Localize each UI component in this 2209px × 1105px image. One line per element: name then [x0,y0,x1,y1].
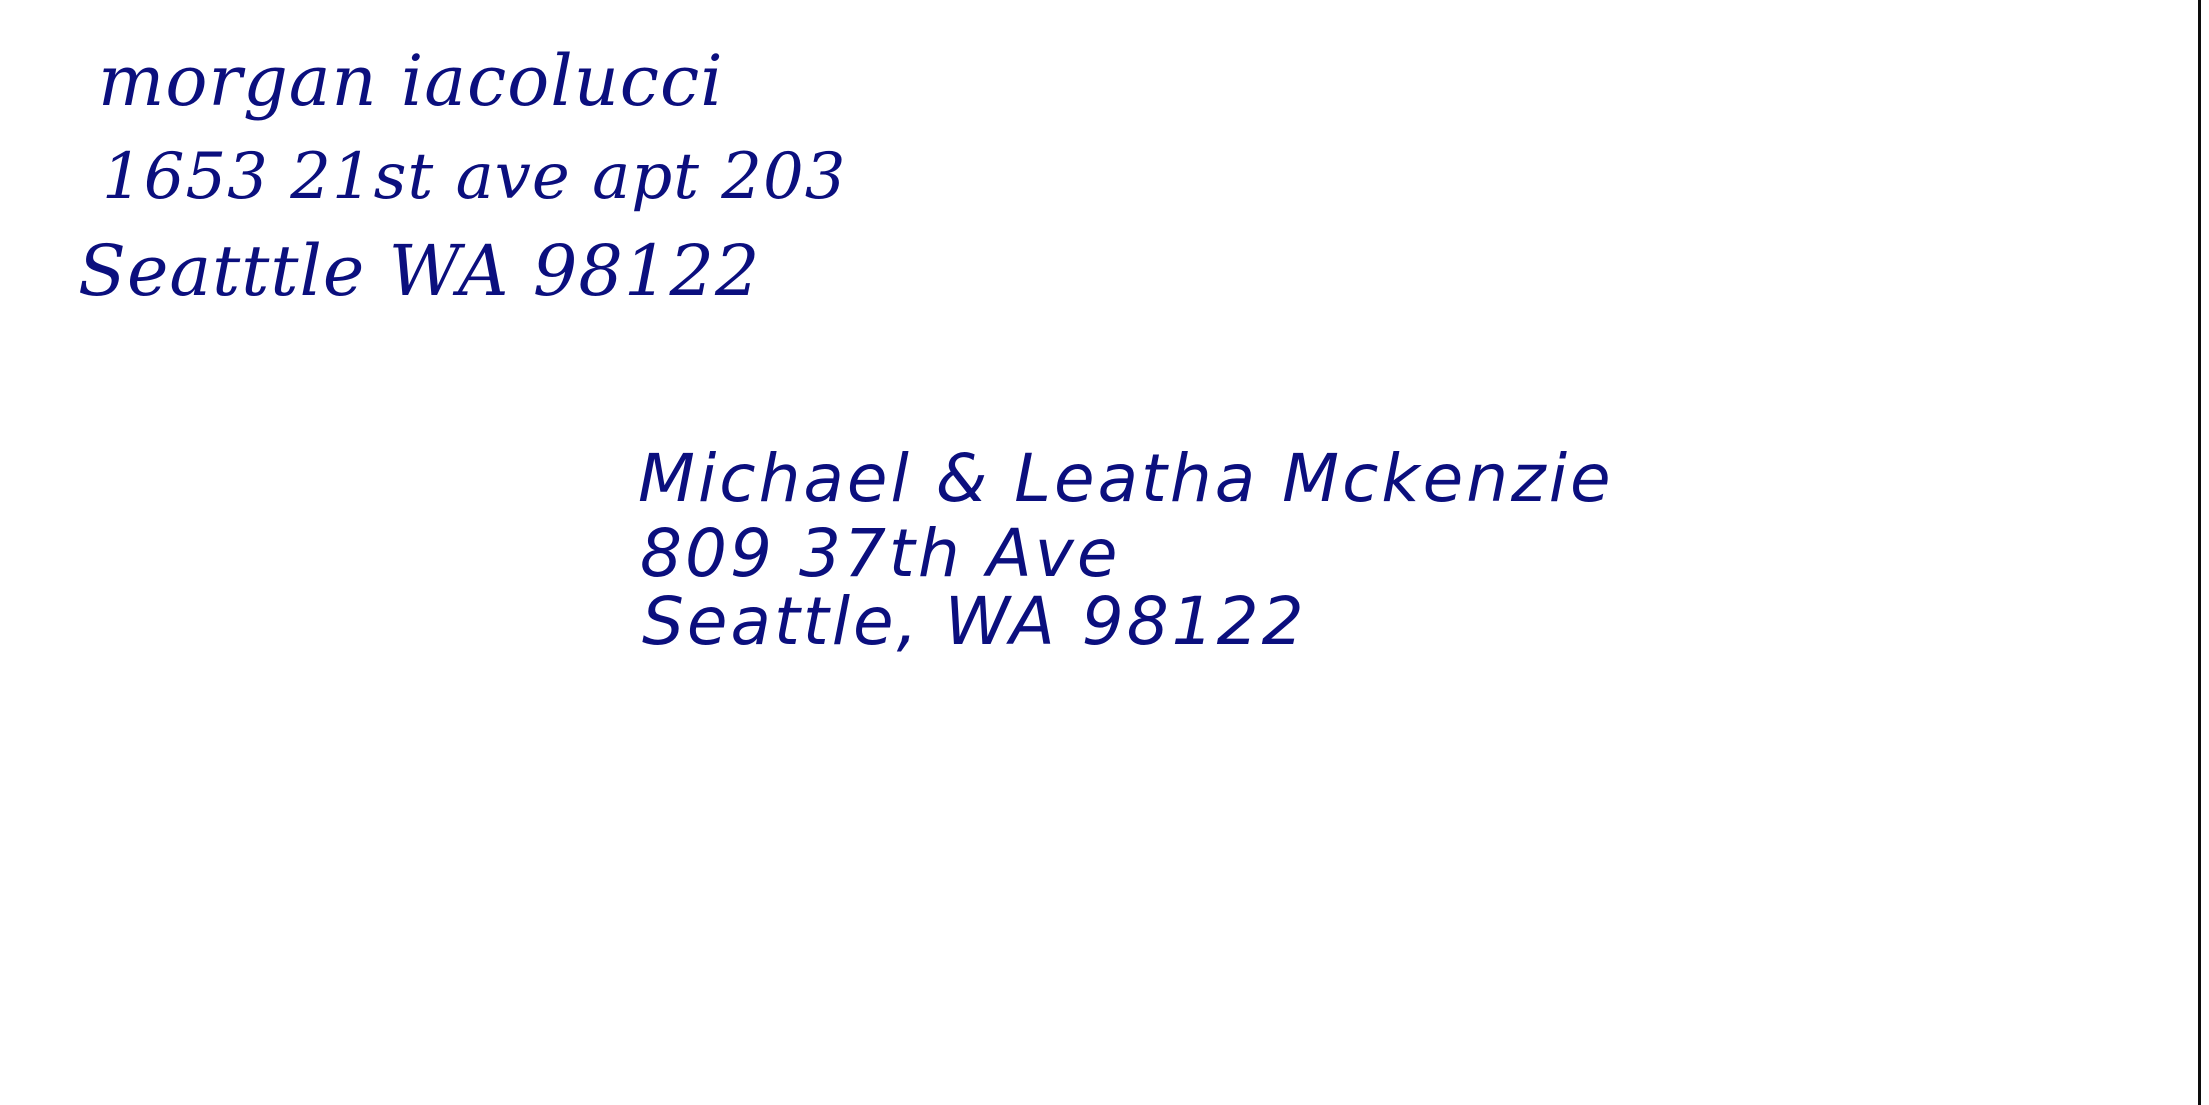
recipient-city-line: Seattle, WA 98122 [642,583,1307,660]
return-city-line: Seatttle WA 98122 [78,230,761,312]
recipient-street: 809 37th Ave [640,515,1121,592]
return-street: 1653 21st ave apt 203 [102,140,847,214]
envelope-edge [2198,0,2201,1105]
recipient-name: Michael & Leatha Mckenzie [638,440,1614,517]
envelope: morgan iacolucci 1653 21st ave apt 203 S… [0,0,2209,1105]
return-name: morgan iacolucci [98,40,724,122]
